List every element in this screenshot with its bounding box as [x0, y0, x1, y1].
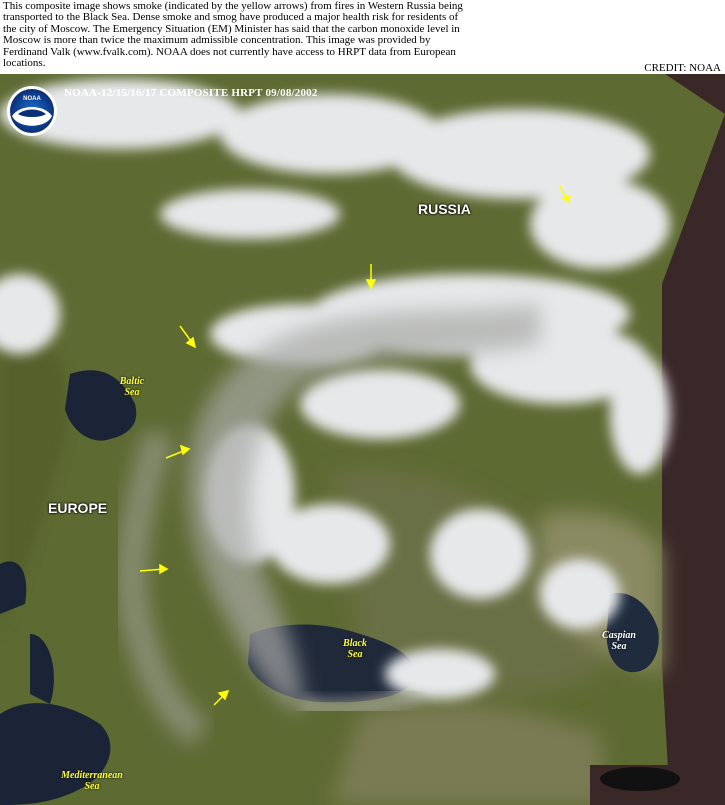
label-caspian-line1: Caspian [602, 630, 636, 641]
label-black-sea: Black Sea [337, 638, 373, 660]
label-russia: RUSSIA [418, 201, 471, 217]
label-mediterranean-line1: Mediterranean [61, 770, 123, 781]
label-caspian-line2: Sea [611, 641, 627, 652]
noaa-logo [7, 86, 57, 136]
label-mediterranean-sea: Mediterranean Sea [52, 770, 132, 792]
label-baltic-sea: Baltic Sea [112, 376, 152, 398]
swath-group [0, 74, 725, 805]
redacted-blot [600, 767, 680, 791]
image-title: NOAA-12/15/16/17 COMPOSITE HRPT 09/08/20… [64, 87, 318, 99]
label-black-line1: Black [343, 638, 367, 649]
label-black-line2: Sea [347, 649, 363, 660]
label-caspian-sea: Caspian Sea [594, 630, 644, 652]
noaa-logo-text: NOAA [23, 96, 41, 102]
satellite-composite-graphic [0, 74, 725, 805]
label-europe: EUROPE [48, 500, 108, 516]
caption-text: This composite image shows smoke (indica… [3, 0, 463, 70]
label-mediterranean-line2: Sea [84, 781, 100, 792]
label-baltic-line2: Sea [124, 387, 140, 398]
label-baltic-line1: Baltic [119, 376, 145, 387]
credit-text: CREDIT: NOAA [644, 62, 721, 74]
satellite-image: NOAA-12/15/16/17 COMPOSITE HRPT 09/08/20… [0, 74, 725, 805]
